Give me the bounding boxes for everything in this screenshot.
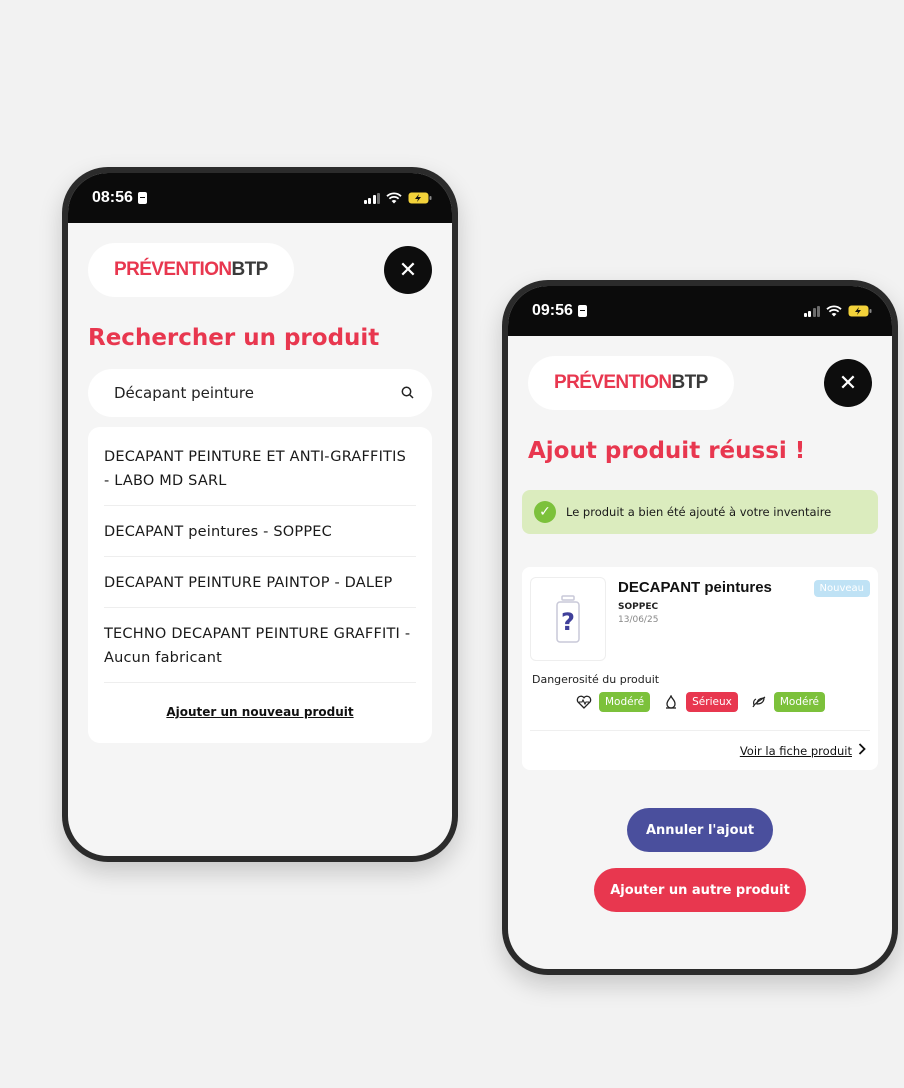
spray-bottle-icon: ? (556, 595, 580, 643)
hazard-tag-health: Modéré (598, 692, 651, 712)
signal-icon (363, 192, 380, 204)
success-message: Le produit a bien été ajouté à votre inv… (566, 505, 832, 519)
search-icon[interactable] (401, 384, 414, 403)
health-icon (575, 693, 593, 711)
chevron-right-icon (858, 743, 866, 758)
view-product-sheet-link[interactable]: Voir la fiche produit (530, 743, 870, 762)
screen: 09:56 PRÉVENTION BTP ✕ Ajout produit réu… (508, 286, 892, 969)
page-title: Ajout produit réussi ! (528, 438, 806, 464)
search-input[interactable] (112, 383, 376, 403)
add-new-product-link[interactable]: Ajouter un nouveau produit (104, 705, 416, 719)
check-circle-icon: ✓ (534, 501, 556, 523)
page-title: Rechercher un produit (88, 325, 380, 351)
wifi-icon (386, 192, 402, 204)
logo-text-prevention: PRÉVENTION (554, 372, 672, 393)
signal-icon (803, 305, 820, 317)
product-date: 13/06/25 (618, 615, 659, 625)
divider (530, 730, 870, 731)
hazard-tag-environment: Modéré (773, 692, 825, 712)
app-header: PRÉVENTION BTP ✕ (508, 336, 892, 410)
danger-label: Dangerosité du produit (532, 673, 660, 686)
flame-icon (662, 693, 680, 711)
hazard-tag-fire: Sérieux (686, 692, 738, 712)
prevention-btp-logo: PRÉVENTION BTP (88, 243, 294, 297)
result-item[interactable]: TECHNO DECAPANT PEINTURE GRAFFITI - Aucu… (104, 608, 416, 683)
environment-icon (750, 693, 768, 711)
battery-charging-icon (848, 305, 872, 317)
logo-text-btp: BTP (231, 259, 269, 280)
product-manufacturer: SOPPEC (618, 602, 659, 612)
new-badge: Nouveau (813, 580, 870, 597)
screen: 08:56 PRÉVENTION BTP ✕ Rechercher un pro… (68, 173, 452, 856)
status-icons (803, 305, 873, 317)
close-button[interactable]: ✕ (384, 246, 432, 294)
close-icon: ✕ (838, 370, 858, 396)
sim-icon (137, 192, 147, 204)
success-banner: ✓ Le produit a bien été ajouté à votre i… (522, 490, 878, 534)
status-time: 09:56 (532, 302, 573, 319)
close-button[interactable]: ✕ (824, 359, 872, 407)
phone-success-screen: 09:56 PRÉVENTION BTP ✕ Ajout produit réu… (502, 280, 898, 975)
status-bar: 09:56 (508, 286, 892, 336)
product-placeholder-image: ? (530, 577, 606, 661)
product-name: DECAPANT peintures (618, 579, 772, 596)
status-time-group: 08:56 (92, 189, 147, 207)
status-icons (363, 192, 433, 204)
product-card: Nouveau ? DECAPANT peintures SOPPEC 13/0… (522, 567, 878, 770)
svg-text:?: ? (561, 608, 575, 636)
result-item[interactable]: DECAPANT PEINTURE ET ANTI-GRAFFITIS - LA… (104, 431, 416, 506)
app-header: PRÉVENTION BTP ✕ (68, 223, 452, 297)
status-time: 08:56 (92, 189, 133, 206)
result-item[interactable]: DECAPANT peintures - SOPPEC (104, 506, 416, 557)
prevention-btp-logo: PRÉVENTION BTP (528, 356, 734, 410)
cancel-add-button[interactable]: Annuler l'ajout (627, 808, 773, 852)
hazard-row: Modéré Sérieux Modéré (530, 692, 870, 712)
add-another-product-button[interactable]: Ajouter un autre produit (594, 868, 806, 912)
view-product-sheet-label[interactable]: Voir la fiche produit (740, 744, 852, 758)
sim-icon (577, 305, 587, 317)
search-results-list: DECAPANT PEINTURE ET ANTI-GRAFFITIS - LA… (88, 427, 432, 743)
status-bar: 08:56 (68, 173, 452, 223)
logo-text-btp: BTP (671, 372, 709, 393)
logo-text-prevention: PRÉVENTION (114, 259, 232, 280)
result-item[interactable]: DECAPANT PEINTURE PAINTOP - DALEP (104, 557, 416, 608)
status-time-group: 09:56 (532, 302, 587, 320)
wifi-icon (826, 305, 842, 317)
battery-charging-icon (408, 192, 432, 204)
close-icon: ✕ (398, 257, 418, 283)
search-bar[interactable] (88, 369, 432, 417)
phone-search-screen: 08:56 PRÉVENTION BTP ✕ Rechercher un pro… (62, 167, 458, 862)
